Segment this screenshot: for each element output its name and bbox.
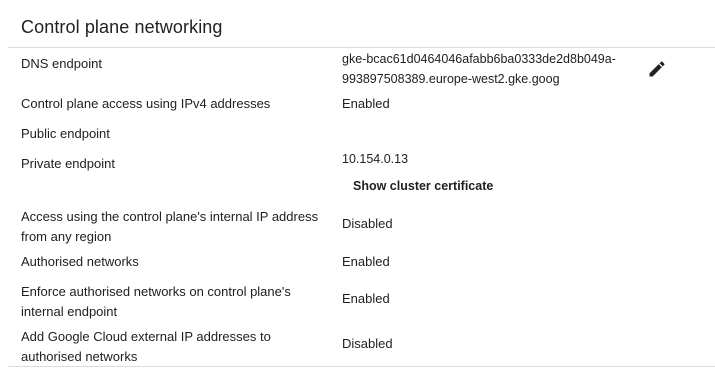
gcloud-external-ips-label-line-1: Add Google Cloud external IP addresses t… <box>21 329 271 344</box>
header-divider <box>8 47 715 48</box>
gcloud-external-ips-label: Add Google Cloud external IP addresses t… <box>21 327 331 367</box>
internal-ip-any-region-label: Access using the control plane's interna… <box>21 207 331 247</box>
authorised-networks-label: Authorised networks <box>21 254 139 269</box>
ipv4-access-label: Control plane access using IPv4 addresse… <box>21 96 271 111</box>
enforce-authorised-networks-label: Enforce authorised networks on control p… <box>21 282 331 322</box>
footer-divider <box>8 366 715 367</box>
authorised-networks-value: Enabled <box>342 254 390 269</box>
private-endpoint-label: Private endpoint <box>21 156 115 171</box>
dns-endpoint-label: DNS endpoint <box>21 56 102 71</box>
dns-endpoint-value: gke-bcac61d0464046afabb6ba0333de2d8b049a… <box>342 49 642 89</box>
pencil-icon[interactable] <box>647 59 667 79</box>
internal-ip-any-region-label-line-2: from any region <box>21 229 112 244</box>
gcloud-external-ips-value: Disabled <box>342 336 393 351</box>
ipv4-access-value: Enabled <box>342 96 390 111</box>
gcloud-external-ips-label-line-2: authorised networks <box>21 349 138 364</box>
enforce-authorised-networks-label-line-1: Enforce authorised networks on control p… <box>21 284 291 299</box>
dns-endpoint-value-line-1: gke-bcac61d0464046afabb6ba0333de2d8b049a… <box>342 52 616 66</box>
enforce-authorised-networks-label-line-2: internal endpoint <box>21 304 118 319</box>
internal-ip-any-region-label-line-1: Access using the control plane's interna… <box>21 209 319 224</box>
private-endpoint-value: 10.154.0.13 <box>342 152 409 166</box>
internal-ip-any-region-value: Disabled <box>342 216 393 231</box>
show-cluster-certificate-button[interactable]: Show cluster certificate <box>353 176 493 196</box>
dns-endpoint-value-line-2: 993897508389.europe-west2.gke.goog <box>342 72 560 86</box>
enforce-authorised-networks-value: Enabled <box>342 291 390 306</box>
section-title: Control plane networking <box>21 17 223 37</box>
public-endpoint-label: Public endpoint <box>21 126 110 141</box>
